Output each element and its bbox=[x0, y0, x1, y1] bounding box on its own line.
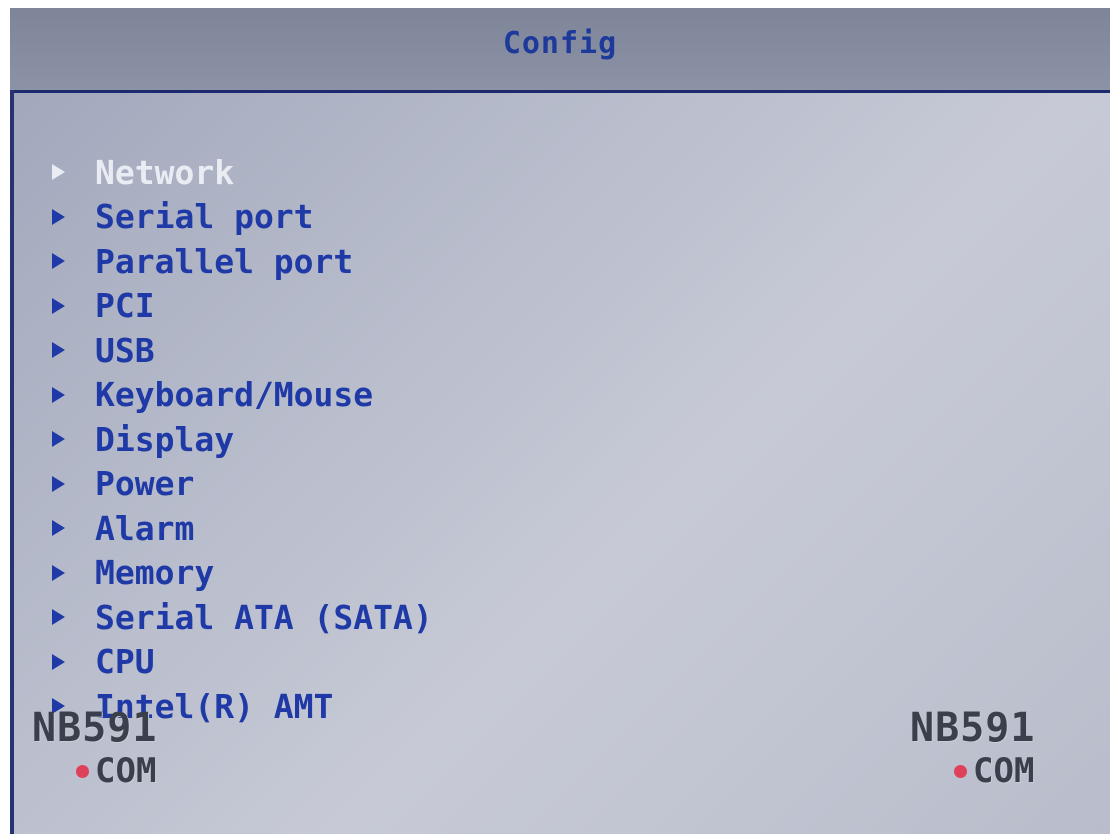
screen-left-border bbox=[10, 90, 14, 834]
submenu-arrow-icon bbox=[52, 564, 65, 581]
menu-item-label: Alarm bbox=[95, 508, 195, 548]
menu-item-label: USB bbox=[95, 330, 155, 370]
menu-item-label: Parallel port bbox=[95, 241, 354, 281]
submenu-arrow-icon bbox=[52, 253, 65, 270]
watermark-text: NB591 bbox=[32, 705, 158, 751]
submenu-arrow-icon bbox=[52, 297, 65, 314]
menu-item-label: Memory bbox=[95, 553, 215, 593]
menu-item-cpu[interactable]: CPU bbox=[50, 640, 433, 685]
bios-screen: Config Network Serial port Parallel port… bbox=[10, 8, 1110, 834]
watermark-dot-icon bbox=[76, 764, 89, 778]
submenu-arrow-icon bbox=[52, 475, 65, 492]
menu-item-serial-ata[interactable]: Serial ATA (SATA) bbox=[50, 595, 433, 640]
menu-item-power[interactable]: Power bbox=[50, 462, 433, 507]
menu-item-label: Keyboard/Mouse bbox=[95, 375, 374, 415]
watermark-dot-icon bbox=[954, 764, 967, 778]
submenu-arrow-icon bbox=[52, 386, 65, 403]
menu-item-label: CPU bbox=[95, 642, 155, 682]
page-title: Config bbox=[502, 26, 618, 61]
menu-item-alarm[interactable]: Alarm bbox=[50, 506, 433, 551]
watermark-domain: COM bbox=[954, 754, 1035, 788]
submenu-arrow-icon bbox=[52, 431, 65, 448]
menu-item-pci[interactable]: PCI bbox=[50, 284, 433, 329]
menu-item-serial-port[interactable]: Serial port bbox=[50, 195, 433, 240]
watermark-domain: COM bbox=[76, 754, 157, 788]
watermark-domain-text: COM bbox=[973, 751, 1035, 791]
menu-item-memory[interactable]: Memory bbox=[50, 551, 433, 596]
menu-item-network[interactable]: Network bbox=[50, 150, 433, 195]
menu-item-label: Serial ATA (SATA) bbox=[95, 597, 433, 637]
submenu-arrow-icon bbox=[52, 609, 65, 626]
submenu-arrow-icon bbox=[52, 653, 65, 670]
submenu-arrow-icon bbox=[52, 342, 65, 359]
submenu-arrow-icon bbox=[52, 520, 65, 537]
menu-item-parallel-port[interactable]: Parallel port bbox=[50, 239, 433, 284]
submenu-arrow-icon bbox=[52, 164, 65, 181]
watermark-left: NB591 COM bbox=[32, 708, 157, 788]
menu-item-keyboard-mouse[interactable]: Keyboard/Mouse bbox=[50, 373, 433, 418]
submenu-arrow-icon bbox=[52, 208, 65, 225]
menu-item-label: Display bbox=[95, 419, 235, 459]
menu-item-usb[interactable]: USB bbox=[50, 328, 433, 373]
config-menu: Network Serial port Parallel port PCI US… bbox=[50, 150, 433, 729]
title-bar: Config bbox=[10, 8, 1110, 93]
menu-item-label: Serial port bbox=[95, 197, 314, 237]
menu-item-label: Network bbox=[95, 152, 235, 192]
menu-item-display[interactable]: Display bbox=[50, 417, 433, 462]
menu-item-label: PCI bbox=[95, 286, 155, 326]
watermark-text: NB591 bbox=[910, 705, 1036, 751]
menu-item-label: Power bbox=[95, 464, 195, 504]
watermark-right: NB591 COM bbox=[910, 708, 1035, 788]
watermark-domain-text: COM bbox=[95, 751, 157, 791]
